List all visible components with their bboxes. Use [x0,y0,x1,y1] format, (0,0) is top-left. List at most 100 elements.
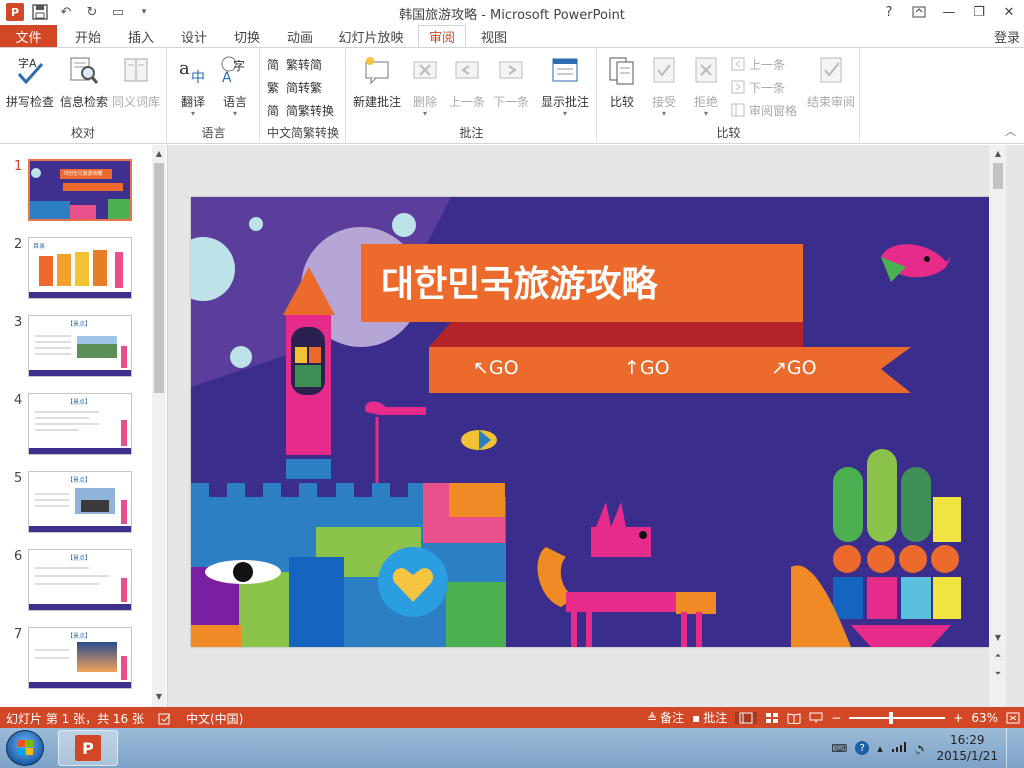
chinese-conversion-button[interactable]: 简 简繁转换 [267,100,334,120]
tab-transitions[interactable]: 切换 [225,25,269,48]
slide-thumbnail[interactable]: 5 【景点】 [10,471,160,533]
thumbnail-scrollbar[interactable]: ▲ ▼ [152,145,166,707]
next-comment-button[interactable]: 下一条 [489,54,533,110]
close-button[interactable]: ✕ [994,0,1024,24]
traditional-to-simplified-icon: 简 [267,58,279,72]
next-slide-icon[interactable]: ⏷ [991,667,1005,681]
zoom-in-button[interactable]: + [953,711,963,725]
research-icon [70,57,99,84]
go-link-right[interactable]: ↗GO [771,357,817,379]
start-button[interactable] [6,730,44,766]
tray-expand-icon[interactable]: ▴ [877,742,883,755]
normal-view-button[interactable] [735,711,758,724]
slide-thumbnail[interactable]: 2 目录 [10,237,160,299]
previous-change-button[interactable]: 上一条 [730,54,785,74]
slide-thumbnail-image: 【景点】 [28,627,132,689]
reviewing-pane-button[interactable]: 审阅窗格 [730,100,797,120]
previous-comment-button[interactable]: 上一条 [445,54,489,110]
new-comment-button[interactable]: 新建批注 [349,54,405,110]
language-status[interactable]: 中文(中国) [186,710,243,727]
ribbon-display-options-button[interactable] [904,0,934,24]
volume-icon[interactable]: 🔈 [915,742,929,755]
slide-thumbnail[interactable]: 1 대한민국旅游攻略 [10,159,160,221]
end-review-icon [820,57,842,83]
slide-thumbnail[interactable]: 7 【景点】 [10,627,160,689]
scroll-down-icon[interactable]: ▼ [991,631,1005,645]
slideshow-button[interactable] [809,712,823,724]
restore-button[interactable]: ❐ [964,0,994,24]
fit-slide-button[interactable] [1006,712,1020,724]
scroll-up-icon[interactable]: ▲ [991,147,1005,161]
scrollbar-thumb[interactable] [154,163,164,393]
zoom-slider-knob[interactable] [889,711,894,724]
slide-title[interactable]: 대한민국旅游攻略 [381,255,657,307]
end-review-button[interactable]: 结束审阅 [804,54,858,110]
go-link-up[interactable]: ↑GO [624,357,670,379]
tab-view[interactable]: 视图 [472,25,516,48]
research-button[interactable]: 信息检索 [58,54,110,110]
zoom-slider[interactable] [849,711,946,724]
reject-button[interactable]: 拒绝 ▾ [686,54,726,118]
keyboard-icon[interactable]: ⌨ [831,742,847,755]
svg-text:a: a [179,58,190,79]
group-label-chinese-conversion: 中文简繁转换 [266,126,339,140]
tab-home[interactable]: 开始 [66,25,110,48]
traditional-to-simplified-button[interactable]: 简 繁转简 [267,54,322,74]
comments-button[interactable]: ▪ 批注 [692,709,727,726]
language-button[interactable]: A字 语言 ▾ [214,54,256,118]
reading-view-button[interactable] [787,712,801,724]
help-icon[interactable]: ? [855,741,870,755]
minimize-button[interactable]: — [934,0,964,24]
previous-slide-icon[interactable]: ⏶ [991,649,1005,663]
status-bar: 幻灯片 第 1 张，共 16 张 中文(中国) ≜ 备注 ▪ 批注 − + 63% [0,707,1024,728]
svg-text:简: 简 [267,58,279,72]
tab-slideshow[interactable]: 幻灯片放映 [334,25,408,48]
network-icon[interactable] [891,741,907,756]
show-comments-button[interactable]: 显示批注 ▾ [537,54,593,118]
translate-button[interactable]: a中 翻译 ▾ [172,54,214,118]
login-link[interactable]: 登录 [994,27,1020,46]
new-comment-icon [365,57,389,85]
taskbar-powerpoint-button[interactable]: P [58,730,118,766]
show-desktop-button[interactable] [1006,728,1016,768]
windows-taskbar: P ⌨ ? ▴ 🔈 16:29 2015/1/21 [0,728,1024,768]
tab-design[interactable]: 设计 [172,25,216,48]
slide-thumbnail[interactable]: 4 【景点】 [10,393,160,455]
notes-button[interactable]: ≜ 备注 [647,709,684,726]
accept-button[interactable]: 接受 ▾ [644,54,684,118]
delete-comment-button[interactable]: 删除 ▾ [405,54,445,118]
zoom-level[interactable]: 63% [971,711,998,725]
collapse-ribbon-icon[interactable]: ︿ [1005,123,1016,139]
slide-thumbnail[interactable]: 3 【景点】 [10,315,160,377]
tab-file[interactable]: 文件 [0,25,57,48]
notes-icon: ≜ [646,710,658,725]
next-change-button[interactable]: 下一条 [730,77,785,97]
slide-thumbnail-pane: 1 대한민국旅游攻略 2 目录 3 【景点】 4 【景点】 5 【景点】 6 【… [0,145,168,707]
scrollbar-thumb[interactable] [993,163,1003,189]
reading-view-icon [787,712,801,724]
scroll-down-icon[interactable]: ▼ [152,690,166,704]
tab-review[interactable]: 审阅 [418,25,466,48]
slide-scrollbar[interactable]: ▲ ▼ ⏶ ⏷ [989,145,1006,707]
system-clock[interactable]: 16:29 2015/1/21 [936,732,998,764]
chinese-conversion-icon: 简 [267,104,279,118]
spell-check-button[interactable]: 字A 拼写检查 [4,54,56,110]
go-link-left[interactable]: ↖GO [473,357,519,379]
show-comments-icon [552,58,578,82]
tab-animations[interactable]: 动画 [278,25,322,48]
scroll-up-icon[interactable]: ▲ [152,147,166,161]
previous-comment-icon [455,61,479,79]
slide-sorter-button[interactable] [765,712,779,724]
reviewing-pane-icon [731,103,745,117]
next-comment-icon [499,61,523,79]
slide-canvas[interactable]: 대한민국旅游攻略 ↖GO ↑GO ↗GO [191,197,990,647]
tab-insert[interactable]: 插入 [119,25,163,48]
slide-thumbnail[interactable]: 6 【景点】 [10,549,160,611]
zoom-out-button[interactable]: − [831,711,841,725]
simplified-to-traditional-button[interactable]: 繁 简转繁 [267,77,322,97]
compare-button[interactable]: 比较 [602,54,642,110]
spell-check-status[interactable] [158,713,172,725]
thesaurus-button[interactable]: 同义词库 [110,54,162,110]
help-button[interactable]: ? [874,0,904,24]
slide-thumbnail-image: 【景点】 [28,471,132,533]
